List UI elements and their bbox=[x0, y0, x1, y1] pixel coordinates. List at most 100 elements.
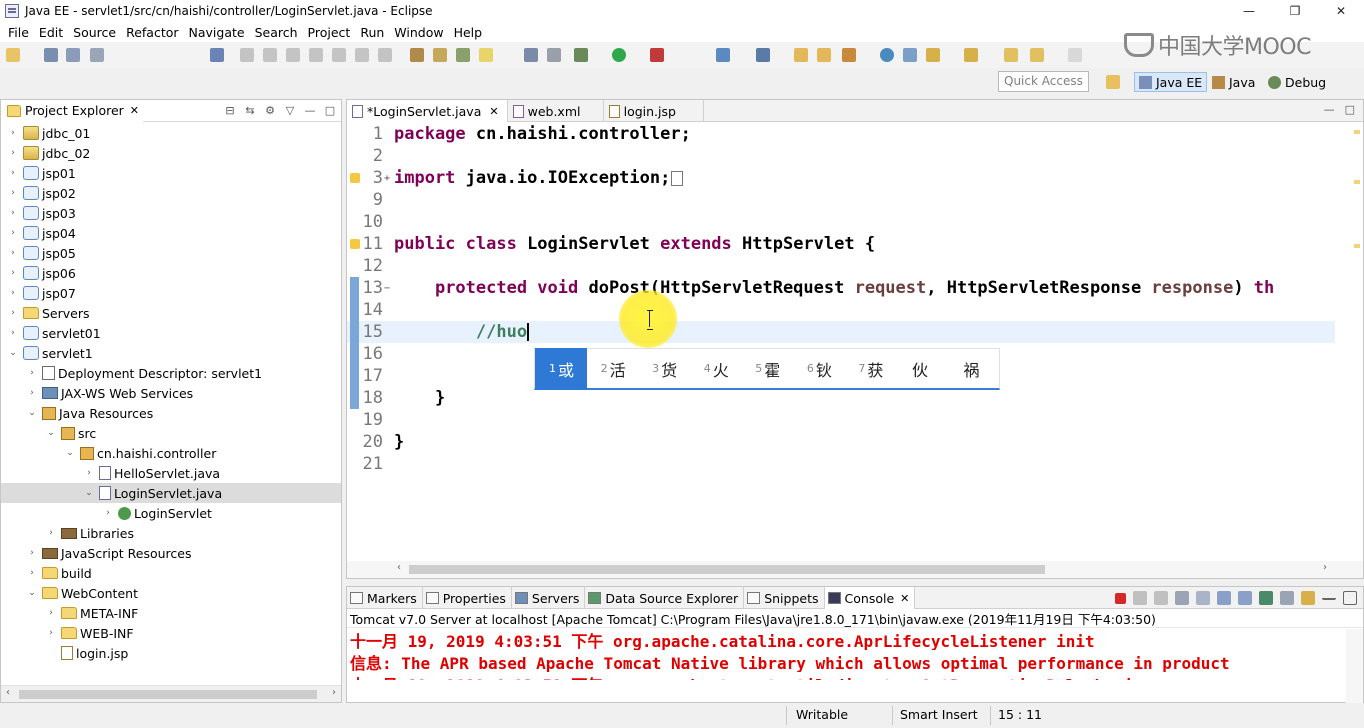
chevron-down-icon[interactable]: ⌄ bbox=[64, 448, 76, 458]
menu-source[interactable]: Source bbox=[68, 25, 121, 40]
scroll-lock-icon[interactable] bbox=[1196, 591, 1210, 605]
ime-candidate[interactable]: 7获 bbox=[844, 348, 896, 390]
tree-item[interactable]: › servlet01 bbox=[1, 323, 341, 343]
chevron-right-icon[interactable]: › bbox=[7, 308, 19, 318]
tree-item[interactable]: › Deployment Descriptor: servlet1 bbox=[1, 363, 341, 383]
chevron-right-icon[interactable]: › bbox=[7, 128, 19, 138]
ime-candidate[interactable]: 伙 bbox=[896, 348, 948, 390]
maximize-editor-icon[interactable]: □ bbox=[1345, 103, 1355, 116]
chevron-right-icon[interactable]: › bbox=[7, 328, 19, 338]
code-line[interactable]: 3 + import java.io.IOException; bbox=[347, 167, 1335, 189]
ime-candidate[interactable]: 3货 bbox=[638, 348, 690, 390]
close-icon[interactable]: ✕ bbox=[489, 105, 498, 118]
remove-launch-icon[interactable] bbox=[1133, 591, 1147, 605]
perspective-debug[interactable]: Debug bbox=[1264, 72, 1330, 92]
tree-item[interactable]: › JavaScript Resources bbox=[1, 543, 341, 563]
minimize-console-icon[interactable] bbox=[1322, 591, 1336, 600]
scroll-thumb[interactable] bbox=[19, 690, 317, 699]
chevron-down-icon[interactable]: ⌄ bbox=[26, 408, 38, 418]
chevron-right-icon[interactable]: › bbox=[7, 168, 19, 178]
chevron-right-icon[interactable]: › bbox=[26, 368, 38, 378]
block-selection-icon[interactable] bbox=[524, 48, 538, 62]
code-line[interactable]: 21 bbox=[347, 453, 1335, 475]
link-editor-icon[interactable]: ⇆ bbox=[243, 103, 257, 117]
chevron-right-icon[interactable]: › bbox=[7, 248, 19, 258]
scroll-left-icon[interactable]: ‹ bbox=[6, 687, 10, 698]
tree-item[interactable]: › HelloServlet.java bbox=[1, 463, 341, 483]
disconnect-icon[interactable] bbox=[309, 48, 323, 62]
tree-item[interactable]: ⌄ Java Resources bbox=[1, 403, 341, 423]
show-stderr-icon[interactable] bbox=[1238, 591, 1252, 605]
step-return-icon[interactable] bbox=[378, 48, 392, 62]
tree-item[interactable]: › JAX-WS Web Services bbox=[1, 383, 341, 403]
tree-item[interactable]: › jsp06 bbox=[1, 263, 341, 283]
step-over-icon[interactable] bbox=[355, 48, 369, 62]
tab-servers[interactable]: Servers bbox=[512, 587, 586, 609]
tab-web-xml[interactable]: web.xml bbox=[508, 100, 604, 122]
tree-item[interactable]: › jsp01 bbox=[1, 163, 341, 183]
menu-help[interactable]: Help bbox=[449, 25, 488, 40]
display-console-icon[interactable] bbox=[1280, 591, 1294, 605]
minimize-editor-icon[interactable]: — bbox=[1324, 103, 1335, 116]
tree-item[interactable]: › jdbc_01 bbox=[1, 123, 341, 143]
run-server-icon[interactable] bbox=[650, 48, 664, 62]
chevron-right-icon[interactable]: › bbox=[45, 628, 57, 638]
quick-access-input[interactable]: Quick Access bbox=[998, 71, 1089, 92]
show-whitespace-icon[interactable] bbox=[547, 48, 561, 62]
show-stdout-icon[interactable] bbox=[1217, 591, 1231, 605]
suspend-icon[interactable] bbox=[263, 48, 277, 62]
chevron-right-icon[interactable]: › bbox=[7, 228, 19, 238]
ime-candidate[interactable]: 5霍 bbox=[741, 348, 793, 390]
maximize-button[interactable]: ❐ bbox=[1272, 0, 1318, 22]
tree-item[interactable]: › build bbox=[1, 563, 341, 583]
code-line[interactable]: 13− protected void doPost(HttpServletReq… bbox=[347, 277, 1335, 299]
new-java-project-icon[interactable] bbox=[756, 48, 770, 62]
ime-candidate[interactable]: 1或 bbox=[535, 347, 587, 390]
tree-item[interactable]: › LoginServlet bbox=[1, 503, 341, 523]
ime-candidate[interactable]: 2活 bbox=[587, 348, 639, 390]
tab-loginservlet-java[interactable]: *LoginServlet.java ✕ bbox=[347, 100, 508, 122]
pin-icon[interactable] bbox=[903, 48, 917, 62]
tree-item[interactable]: login.jsp bbox=[1, 643, 341, 663]
code-line[interactable]: 12 bbox=[347, 255, 1335, 277]
folded-region-icon[interactable] bbox=[671, 170, 684, 186]
tree-item[interactable]: ⌄ WebContent bbox=[1, 583, 341, 603]
new-icon[interactable] bbox=[6, 48, 20, 62]
chevron-right-icon[interactable]: › bbox=[7, 188, 19, 198]
chevron-right-icon[interactable]: › bbox=[45, 528, 57, 538]
code-line[interactable]: 2 bbox=[347, 145, 1335, 167]
chevron-down-icon[interactable]: ⌄ bbox=[45, 428, 57, 438]
code-line[interactable]: 14 bbox=[347, 299, 1335, 321]
close-icon[interactable]: ✕ bbox=[130, 104, 139, 117]
chevron-right-icon[interactable]: › bbox=[7, 208, 19, 218]
menu-edit[interactable]: Edit bbox=[34, 25, 68, 40]
new-server-icon[interactable] bbox=[716, 48, 730, 62]
project-explorer-scrollbar[interactable]: ‹ › bbox=[1, 685, 341, 702]
open-file-icon[interactable] bbox=[817, 48, 831, 62]
open-perspective-icon[interactable] bbox=[1106, 75, 1120, 89]
menu-search[interactable]: Search bbox=[250, 25, 303, 40]
step-into-icon[interactable] bbox=[332, 48, 346, 62]
print-icon[interactable] bbox=[90, 48, 104, 62]
collapse-all-icon[interactable]: ⊟ bbox=[223, 103, 237, 117]
collapse-fold-icon[interactable]: − bbox=[384, 283, 390, 294]
back-icon[interactable] bbox=[1030, 48, 1044, 62]
overview-ruler[interactable] bbox=[1354, 130, 1360, 560]
ime-candidate[interactable]: 祸 bbox=[948, 348, 1000, 390]
ime-candidate[interactable]: 6钬 bbox=[793, 348, 845, 390]
menu-navigate[interactable]: Navigate bbox=[184, 25, 250, 40]
tree-item[interactable]: ⌄ servlet1 bbox=[1, 343, 341, 363]
open-console-icon[interactable] bbox=[1301, 591, 1315, 605]
clear-console-icon[interactable] bbox=[1175, 591, 1189, 605]
chevron-right-icon[interactable]: › bbox=[7, 268, 19, 278]
chevron-down-icon[interactable]: ⌄ bbox=[26, 588, 38, 598]
run-icon[interactable] bbox=[612, 48, 626, 62]
maximize-console-icon[interactable] bbox=[1343, 591, 1357, 605]
code-line[interactable]: 9 bbox=[347, 189, 1335, 211]
tab-project-explorer[interactable]: Project Explorer ✕ bbox=[1, 99, 144, 122]
skip-breakpoints-icon[interactable] bbox=[210, 48, 224, 62]
chevron-down-icon[interactable]: ⌄ bbox=[83, 488, 95, 498]
chevron-down-icon[interactable]: ⌄ bbox=[7, 348, 19, 358]
scroll-thumb[interactable] bbox=[409, 565, 1045, 574]
scroll-right-icon[interactable]: › bbox=[332, 687, 336, 698]
